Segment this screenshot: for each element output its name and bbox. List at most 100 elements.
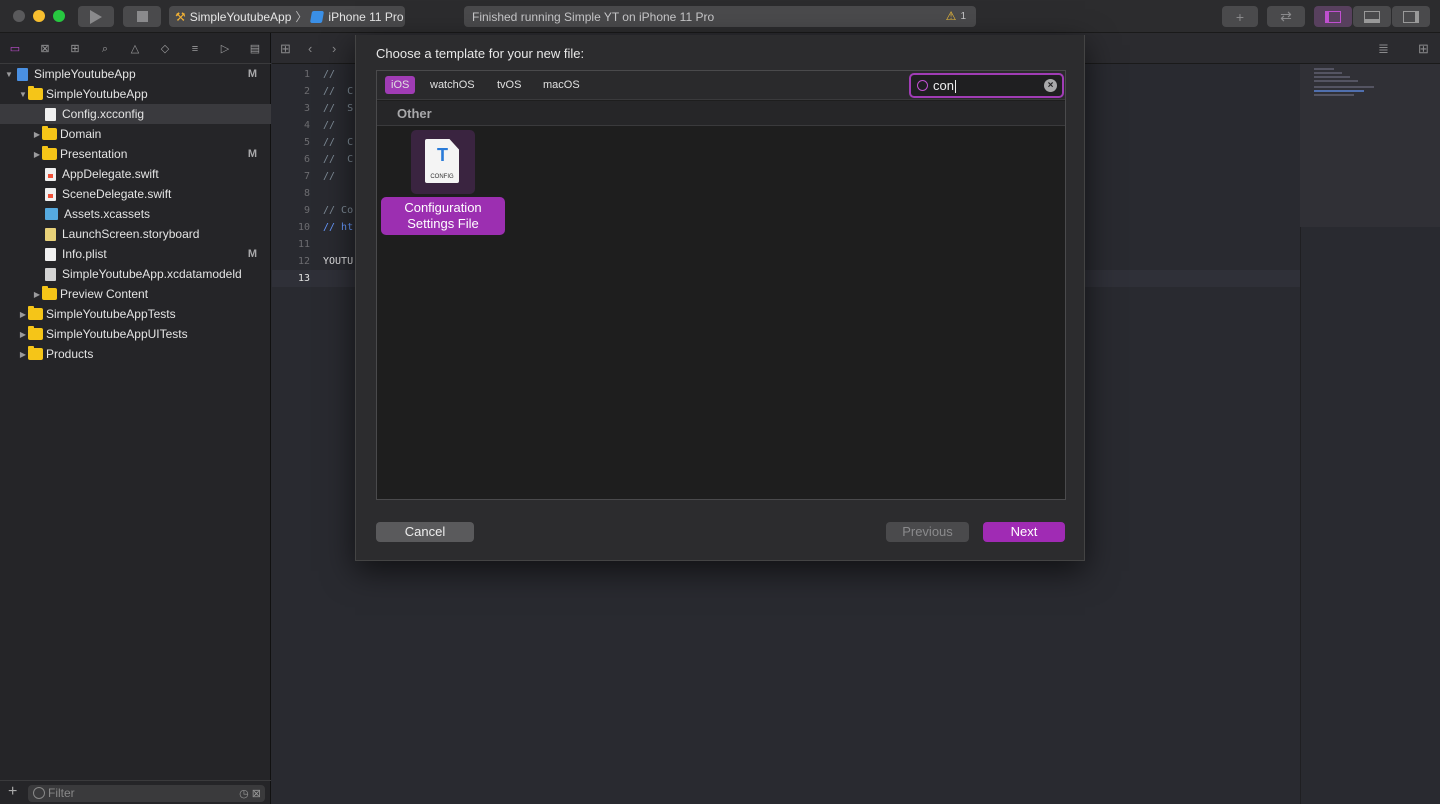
minimize-window-button[interactable] [33, 10, 45, 22]
toggle-inspector-button[interactable] [1392, 6, 1430, 27]
line-number: 6 [303, 154, 310, 165]
minimap[interactable] [1300, 64, 1440, 227]
file-tree-label: Config.xcconfig [62, 107, 145, 121]
file-tree-row[interactable]: ▼ SimpleYoutubeApp M [0, 64, 271, 84]
source-control-icon[interactable]: ⊠ [38, 42, 52, 56]
disclosure-triangle-icon[interactable]: ▶ [18, 330, 28, 339]
disclosure-triangle-icon[interactable]: ▶ [18, 310, 28, 319]
navigator-filter-bar: + Filter ◷ ⊠ [0, 780, 271, 804]
code-review-button[interactable]: ⇄ [1267, 6, 1305, 27]
library-button[interactable]: + [1222, 6, 1258, 27]
clear-search-icon[interactable]: × [1044, 79, 1057, 92]
template-configuration-settings-file[interactable]: T CONFIG [411, 130, 475, 194]
file-tree-row[interactable]: ▶ Preview Content [0, 284, 271, 304]
disclosure-triangle-icon[interactable]: ▼ [4, 70, 14, 79]
tab-macos[interactable]: macOS [537, 76, 586, 94]
previous-button[interactable]: Previous [886, 522, 969, 542]
swift-file-icon [45, 187, 56, 201]
line-number: 1 [303, 69, 310, 80]
disclosure-triangle-icon[interactable]: ▼ [18, 90, 28, 99]
hierarchy-icon[interactable]: ⊞ [68, 42, 82, 56]
file-tree-label: SimpleYoutubeAppTests [46, 307, 176, 321]
warning-triangle-icon[interactable]: △ [128, 42, 142, 56]
close-window-button[interactable] [13, 10, 25, 22]
swift-file-icon [45, 167, 56, 181]
folder-icon [42, 126, 57, 140]
play-icon [90, 9, 102, 24]
breakpoint-icon[interactable]: ▷ [218, 42, 232, 56]
line-number-gutter: 1 2 3 4 5 6 7 8 9 10 11 12 13 [272, 66, 316, 287]
file-tree-label: SceneDelegate.swift [62, 187, 172, 201]
file-tree-label: Assets.xcassets [64, 207, 151, 221]
tab-watchos[interactable]: watchOS [424, 76, 481, 94]
file-tree-row[interactable]: ▶ Domain [0, 124, 271, 144]
line-number: 4 [303, 120, 310, 131]
file-tree-label: Presentation [60, 147, 128, 161]
navigator-filter-field[interactable]: Filter ◷ ⊠ [28, 785, 265, 802]
file-tree-row[interactable]: SceneDelegate.swift [0, 184, 271, 204]
toggle-navigator-button[interactable] [1314, 6, 1352, 27]
recent-files-icon[interactable]: ◷ ⊠ [239, 786, 261, 803]
modified-badge: M [247, 148, 257, 160]
template-search-field[interactable]: con × [909, 73, 1064, 98]
folder-icon[interactable]: ▭ [8, 42, 22, 56]
disclosure-triangle-icon[interactable]: ▶ [32, 290, 42, 299]
section-header-label: Other [397, 106, 432, 121]
file-tree-row[interactable]: ▶ SimpleYoutubeAppTests [0, 304, 271, 324]
editor-options-icon[interactable]: ≣ [1378, 41, 1389, 57]
folder-icon [42, 146, 57, 160]
file-tree-row[interactable]: Assets.xcassets [0, 204, 271, 224]
file-tree-label: SimpleYoutubeApp.xcdatamodeld [62, 267, 242, 281]
activity-status: Finished running Simple YT on iPhone 11 … [464, 6, 976, 27]
file-tree-row[interactable]: ▶ Presentation M [0, 144, 271, 164]
file-icon [45, 247, 56, 261]
search-icon[interactable]: ⌕ [98, 42, 112, 56]
stop-button[interactable] [123, 6, 161, 27]
scheme-selector[interactable]: ⚒ SimpleYoutubeApp 〉 iPhone 11 Pro [169, 6, 405, 27]
warning-indicator[interactable]: ⚠ 1 [946, 9, 966, 23]
run-button[interactable] [78, 6, 114, 27]
disclosure-triangle-icon[interactable]: ▶ [32, 150, 42, 159]
bottom-panel-icon [1364, 10, 1380, 23]
next-button[interactable]: Next [983, 522, 1065, 542]
maximize-window-button[interactable] [53, 10, 65, 22]
warning-icon: ⚠ [945, 9, 957, 23]
forward-arrow-icon[interactable]: › [332, 41, 336, 56]
add-file-button[interactable]: + [8, 783, 17, 801]
debug-list-icon[interactable]: ≡ [188, 42, 202, 56]
file-tree-label: Info.plist [62, 247, 107, 261]
back-arrow-icon[interactable]: ‹ [308, 41, 312, 56]
file-tree-row[interactable]: ▶ Products [0, 344, 271, 364]
project-navigator-panel: ▭ ⊠ ⊞ ⌕ △ ◇ ≡ ▷ ▤ ▼ SimpleYoutubeApp M ▼ Sim… [0, 33, 271, 804]
data-model-icon [45, 267, 56, 281]
line-number: 8 [303, 188, 310, 199]
file-tree-row[interactable]: Info.plist M [0, 244, 271, 264]
xcode-window: ⚒ SimpleYoutubeApp 〉 iPhone 11 Pro Finis… [0, 0, 1440, 804]
tab-tvos[interactable]: tvOS [491, 76, 527, 94]
file-tree-row[interactable]: LaunchScreen.storyboard [0, 224, 271, 244]
folder-icon [28, 86, 43, 100]
plus-icon: + [1235, 8, 1245, 25]
report-bubble-icon[interactable]: ▤ [248, 42, 262, 56]
split-editor-icon[interactable]: ⊞ [1418, 41, 1429, 57]
warning-count: 1 [960, 10, 966, 22]
related-items-icon[interactable]: ⊞ [280, 41, 291, 57]
toggle-debug-area-button[interactable] [1353, 6, 1391, 27]
line-number: 7 [303, 171, 310, 182]
sheet-title: Choose a template for your new file: [376, 46, 585, 61]
test-diamond-icon[interactable]: ◇ [158, 42, 172, 56]
disclosure-triangle-icon[interactable]: ▶ [18, 350, 28, 359]
template-name-line1: Configuration [404, 200, 482, 215]
tab-ios[interactable]: iOS [385, 76, 416, 94]
disclosure-triangle-icon[interactable]: ▶ [32, 130, 42, 139]
file-tree-row[interactable]: ▶ SimpleYoutubeAppUITests [0, 324, 271, 344]
file-tree-row[interactable]: ▼ SimpleYoutubeApp [0, 84, 271, 104]
file-tree-row[interactable]: AppDelegate.swift [0, 164, 271, 184]
template-name-label[interactable]: Configuration Settings File [381, 197, 505, 235]
minimap-line [1314, 68, 1334, 70]
file-tree-row[interactable]: Config.xcconfig [0, 104, 271, 124]
file-tree-row[interactable]: SimpleYoutubeApp.xcdatamodeld [0, 264, 271, 284]
template-search-input[interactable]: con [933, 78, 956, 94]
template-name-line2: Settings File [407, 216, 479, 231]
cancel-button[interactable]: Cancel [376, 522, 474, 542]
